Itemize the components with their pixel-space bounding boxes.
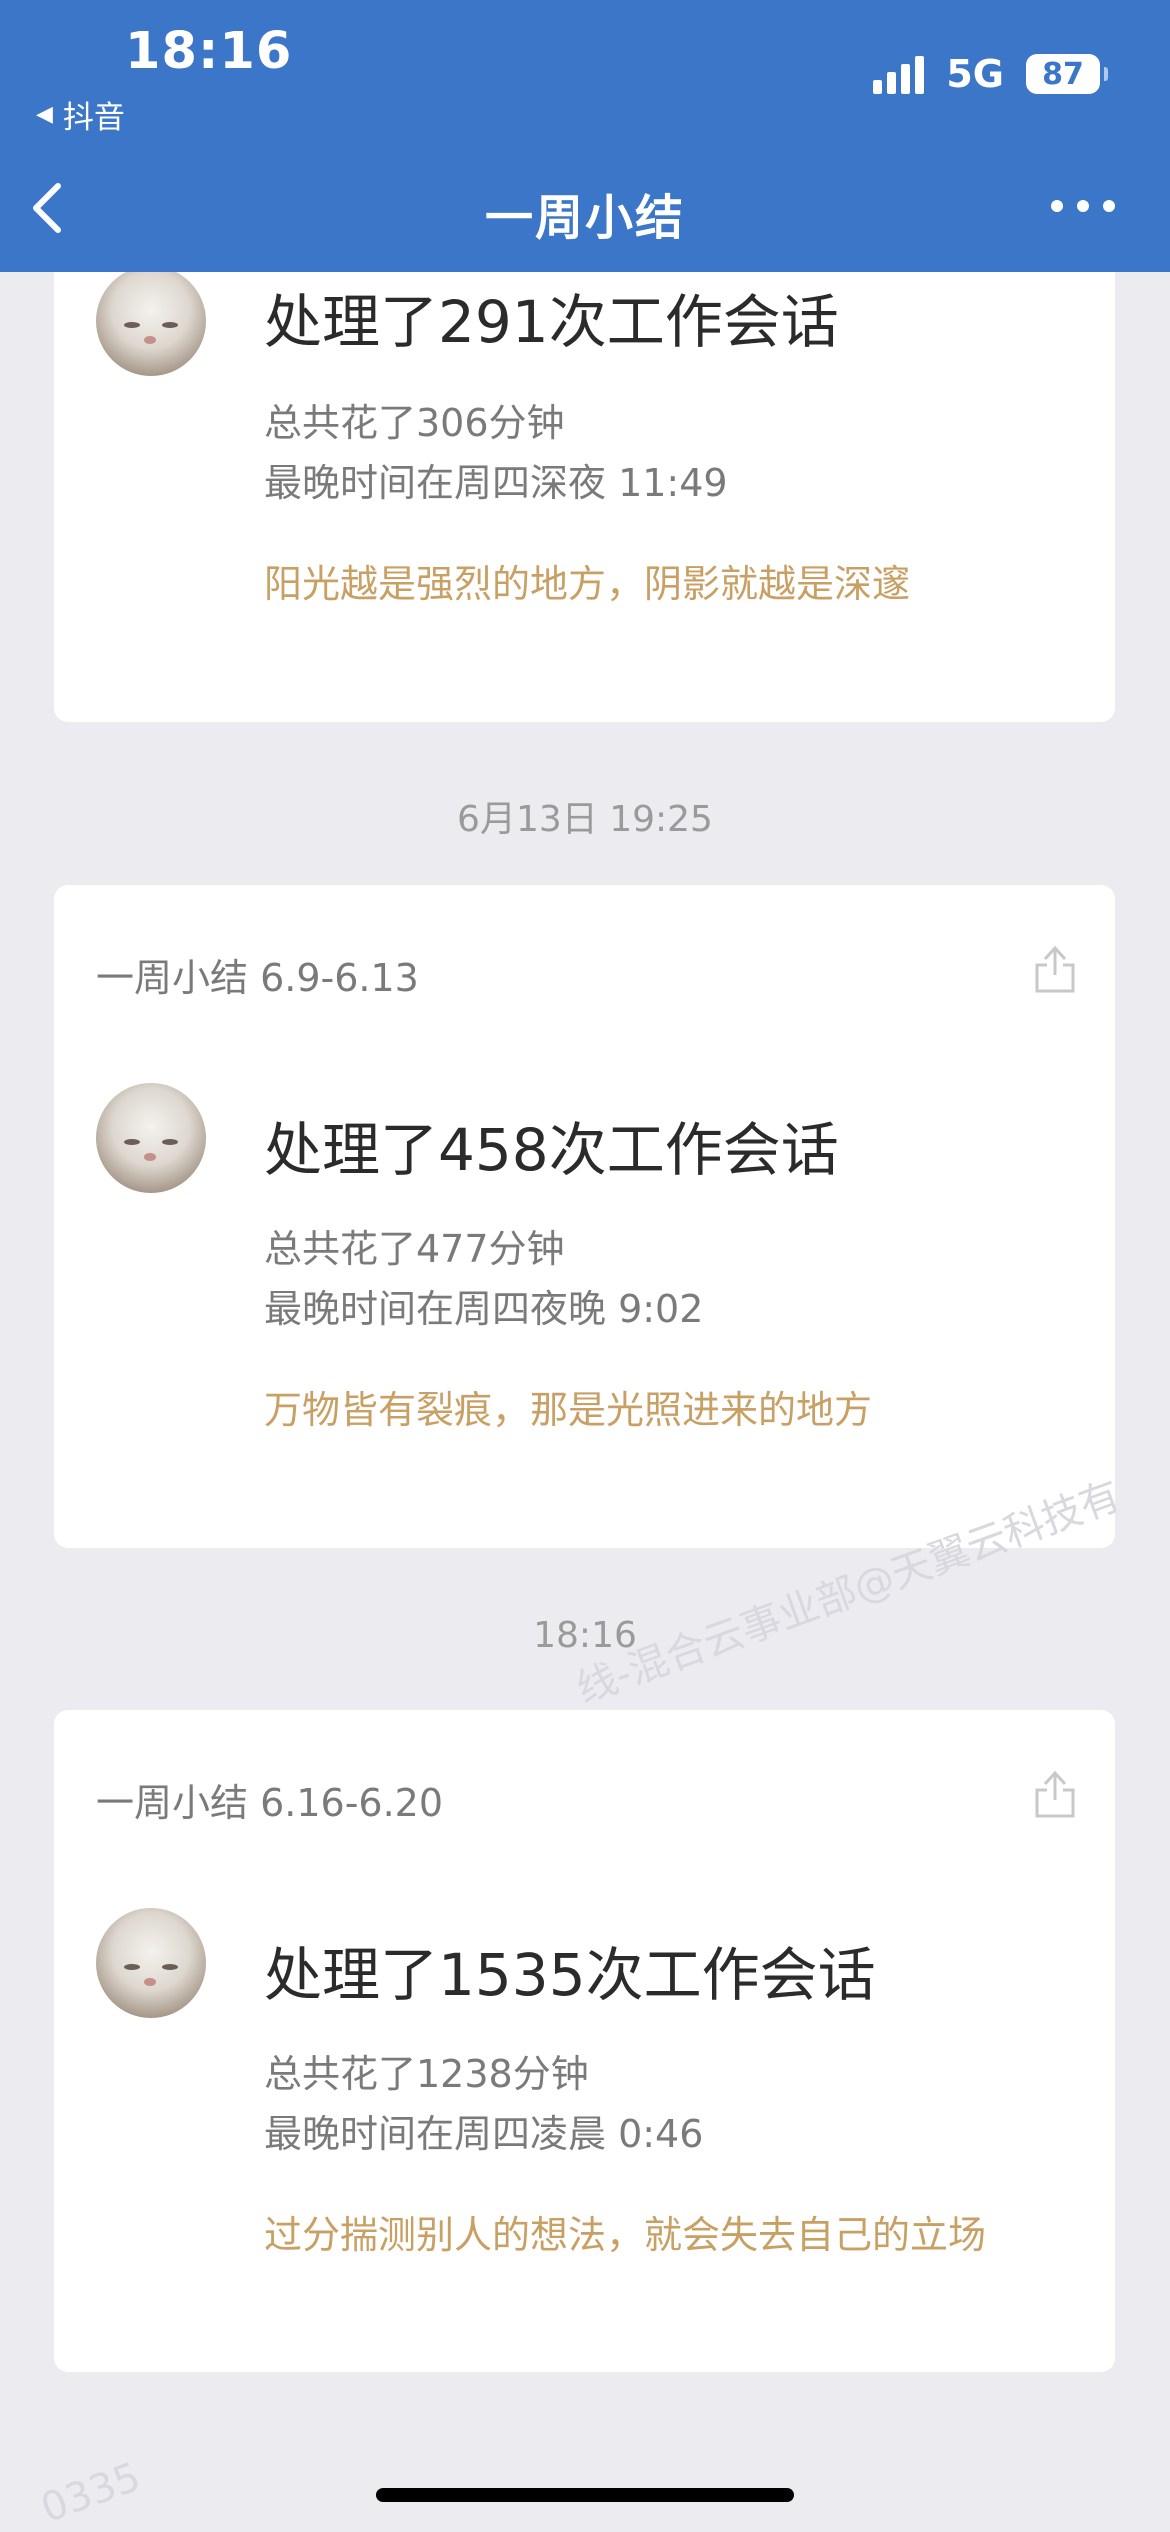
share-button[interactable] — [1033, 941, 1077, 995]
share-icon — [1035, 945, 1075, 993]
card-latest-time: 最晚时间在周四夜晚 9:02 — [264, 1287, 704, 1331]
card-headline: 处理了1535次工作会话 — [264, 1941, 876, 2009]
card-subtitle: 一周小结 6.16-6.20 — [96, 1781, 444, 1825]
watermark: 0335 — [35, 2453, 147, 2532]
back-to-app[interactable]: ◀ 抖音 — [36, 92, 125, 137]
more-dot-icon — [1077, 200, 1089, 212]
message-timestamp: 6月13日 19:25 — [457, 799, 713, 840]
network-type: 5G — [946, 52, 1004, 96]
card-quote: 阳光越是强烈的地方，阴影就越是深邃 — [264, 562, 911, 606]
back-triangle-icon: ◀ — [36, 102, 53, 127]
card-headline: 处理了458次工作会话 — [264, 1116, 839, 1184]
avatar — [96, 1908, 206, 2018]
battery-icon: 87 — [1026, 54, 1108, 94]
more-dot-icon — [1051, 200, 1063, 212]
status-indicators: 5G 87 — [873, 52, 1108, 96]
battery-level: 87 — [1042, 56, 1084, 92]
signal-icon — [873, 54, 925, 94]
summary-card[interactable]: 一周小结 6.16-6.20 处理了1535次工作会话 总共花了1238分钟 最… — [54, 1710, 1115, 2372]
avatar — [96, 266, 206, 376]
card-headline: 处理了291次工作会话 — [264, 288, 839, 356]
summary-card[interactable]: 一周小结 6.9-6.13 处理了458次工作会话 总共花了477分钟 最晚时间… — [54, 885, 1115, 1548]
card-total-time: 总共花了1238分钟 — [264, 2052, 589, 2096]
card-total-time: 总共花了306分钟 — [264, 401, 565, 445]
share-button[interactable] — [1033, 1766, 1077, 1820]
back-app-label: 抖音 — [62, 100, 125, 136]
avatar — [96, 1083, 206, 1193]
card-quote: 万物皆有裂痕，那是光照进来的地方 — [264, 1388, 873, 1432]
message-timestamp: 18:16 — [533, 1615, 637, 1656]
more-dot-icon — [1103, 200, 1115, 212]
card-latest-time: 最晚时间在周四深夜 11:49 — [264, 461, 728, 505]
status-time: 18:16 — [125, 22, 293, 81]
header: 18:16 ◀ 抖音 5G 87 一周小结 — [0, 0, 1170, 272]
card-latest-time: 最晚时间在周四凌晨 0:46 — [264, 2112, 704, 2156]
card-subtitle: 一周小结 6.9-6.13 — [96, 956, 419, 1000]
card-total-time: 总共花了477分钟 — [264, 1227, 565, 1271]
home-indicator[interactable] — [376, 2488, 794, 2502]
page-title: 一周小结 — [484, 190, 685, 246]
card-quote: 过分揣测别人的想法，就会失去自己的立场 — [264, 2213, 987, 2257]
more-button[interactable] — [1051, 200, 1115, 212]
share-icon — [1035, 1770, 1075, 1818]
